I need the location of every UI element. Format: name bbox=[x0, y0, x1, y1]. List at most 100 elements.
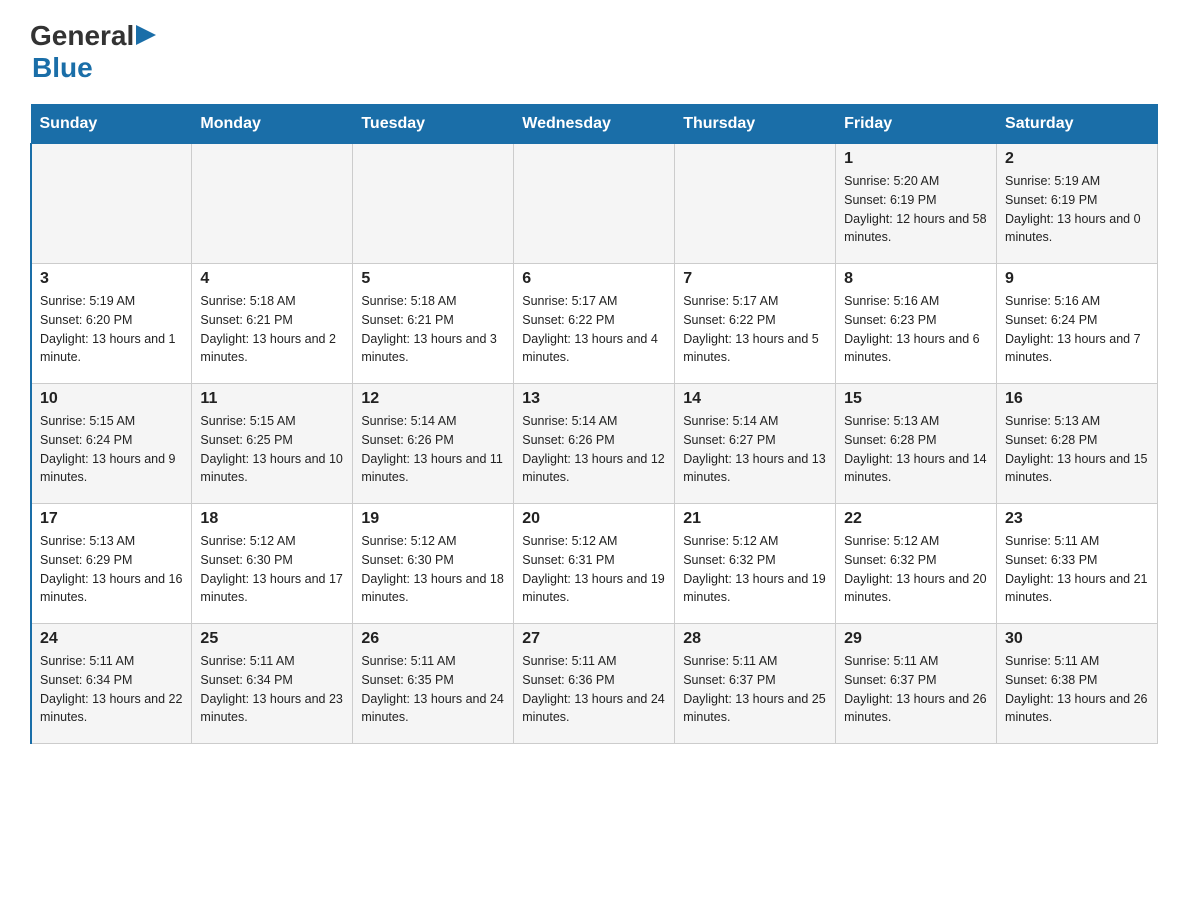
day-info: Sunrise: 5:14 AM Sunset: 6:26 PM Dayligh… bbox=[522, 412, 666, 487]
day-info: Sunrise: 5:12 AM Sunset: 6:32 PM Dayligh… bbox=[683, 532, 827, 607]
calendar-day-20: 20 Sunrise: 5:12 AM Sunset: 6:31 PM Dayli… bbox=[514, 504, 675, 624]
calendar-day-8: 8 Sunrise: 5:16 AM Sunset: 6:23 PM Daylig… bbox=[836, 264, 997, 384]
calendar-day-30: 30Sunrise: 5:11 AM Sunset: 6:38 PM Dayli… bbox=[997, 624, 1158, 744]
calendar-day-13: 13 Sunrise: 5:14 AM Sunset: 6:26 PM Dayli… bbox=[514, 384, 675, 504]
logo-arrow-icon bbox=[136, 23, 158, 47]
day-number: 5 bbox=[361, 270, 505, 288]
day-number: 29 bbox=[844, 630, 988, 648]
day-info: Sunrise: 5:16 AM Sunset: 6:24 PM Dayligh… bbox=[1005, 292, 1149, 367]
day-number: 13 bbox=[522, 390, 666, 408]
calendar-day-23: 23Sunrise: 5:11 AM Sunset: 6:33 PM Dayli… bbox=[997, 504, 1158, 624]
logo-general-text: General bbox=[30, 20, 134, 52]
calendar-table: SundayMondayTuesdayWednesdayThursdayFrid… bbox=[30, 104, 1158, 744]
calendar-day-14: 14 Sunrise: 5:14 AM Sunset: 6:27 PM Dayli… bbox=[675, 384, 836, 504]
calendar-day-21: 21 Sunrise: 5:12 AM Sunset: 6:32 PM Dayli… bbox=[675, 504, 836, 624]
calendar-day-15: 15Sunrise: 5:13 AM Sunset: 6:28 PM Dayli… bbox=[836, 384, 997, 504]
day-info: Sunrise: 5:17 AM Sunset: 6:22 PM Dayligh… bbox=[683, 292, 827, 367]
day-info: Sunrise: 5:11 AM Sunset: 6:37 PM Dayligh… bbox=[844, 652, 988, 727]
day-number: 16 bbox=[1005, 390, 1149, 408]
day-info: Sunrise: 5:17 AM Sunset: 6:22 PM Dayligh… bbox=[522, 292, 666, 367]
logo: General Blue bbox=[30, 20, 158, 84]
day-number: 27 bbox=[522, 630, 666, 648]
header-thursday: Thursday bbox=[675, 105, 836, 144]
calendar-day-29: 29 Sunrise: 5:11 AM Sunset: 6:37 PM Dayli… bbox=[836, 624, 997, 744]
day-info: Sunrise: 5:16 AM Sunset: 6:23 PM Dayligh… bbox=[844, 292, 988, 367]
calendar-empty-cell bbox=[514, 144, 675, 264]
calendar-week-row: 3Sunrise: 5:19 AM Sunset: 6:20 PM Daylig… bbox=[31, 264, 1158, 384]
calendar-day-5: 5 Sunrise: 5:18 AM Sunset: 6:21 PM Daylig… bbox=[353, 264, 514, 384]
day-info: Sunrise: 5:19 AM Sunset: 6:19 PM Dayligh… bbox=[1005, 172, 1149, 247]
calendar-day-6: 6 Sunrise: 5:17 AM Sunset: 6:22 PM Daylig… bbox=[514, 264, 675, 384]
calendar-empty-cell bbox=[675, 144, 836, 264]
day-info: Sunrise: 5:12 AM Sunset: 6:32 PM Dayligh… bbox=[844, 532, 988, 607]
day-info: Sunrise: 5:11 AM Sunset: 6:34 PM Dayligh… bbox=[200, 652, 344, 727]
day-info: Sunrise: 5:12 AM Sunset: 6:31 PM Dayligh… bbox=[522, 532, 666, 607]
day-info: Sunrise: 5:11 AM Sunset: 6:37 PM Dayligh… bbox=[683, 652, 827, 727]
calendar-day-27: 27 Sunrise: 5:11 AM Sunset: 6:36 PM Dayli… bbox=[514, 624, 675, 744]
day-info: Sunrise: 5:15 AM Sunset: 6:24 PM Dayligh… bbox=[40, 412, 183, 487]
day-info: Sunrise: 5:11 AM Sunset: 6:34 PM Dayligh… bbox=[40, 652, 183, 727]
day-number: 22 bbox=[844, 510, 988, 528]
day-info: Sunrise: 5:13 AM Sunset: 6:29 PM Dayligh… bbox=[40, 532, 183, 607]
day-info: Sunrise: 5:13 AM Sunset: 6:28 PM Dayligh… bbox=[1005, 412, 1149, 487]
header-wednesday: Wednesday bbox=[514, 105, 675, 144]
calendar-day-26: 26 Sunrise: 5:11 AM Sunset: 6:35 PM Dayli… bbox=[353, 624, 514, 744]
day-number: 7 bbox=[683, 270, 827, 288]
day-number: 1 bbox=[844, 150, 988, 168]
calendar-day-7: 7 Sunrise: 5:17 AM Sunset: 6:22 PM Daylig… bbox=[675, 264, 836, 384]
page-header: General Blue bbox=[30, 20, 1158, 84]
calendar-day-22: 22 Sunrise: 5:12 AM Sunset: 6:32 PM Dayli… bbox=[836, 504, 997, 624]
day-number: 21 bbox=[683, 510, 827, 528]
day-number: 9 bbox=[1005, 270, 1149, 288]
header-friday: Friday bbox=[836, 105, 997, 144]
day-number: 24 bbox=[40, 630, 183, 648]
calendar-day-28: 28 Sunrise: 5:11 AM Sunset: 6:37 PM Dayli… bbox=[675, 624, 836, 744]
day-info: Sunrise: 5:18 AM Sunset: 6:21 PM Dayligh… bbox=[200, 292, 344, 367]
calendar-week-row: 10 Sunrise: 5:15 AM Sunset: 6:24 PM Dayli… bbox=[31, 384, 1158, 504]
calendar-day-9: 9 Sunrise: 5:16 AM Sunset: 6:24 PM Daylig… bbox=[997, 264, 1158, 384]
calendar-empty-cell bbox=[192, 144, 353, 264]
day-info: Sunrise: 5:18 AM Sunset: 6:21 PM Dayligh… bbox=[361, 292, 505, 367]
calendar-day-24: 24 Sunrise: 5:11 AM Sunset: 6:34 PM Dayli… bbox=[31, 624, 192, 744]
calendar-day-2: 2 Sunrise: 5:19 AM Sunset: 6:19 PM Daylig… bbox=[997, 144, 1158, 264]
day-number: 8 bbox=[844, 270, 988, 288]
day-number: 2 bbox=[1005, 150, 1149, 168]
calendar-day-1: 1 Sunrise: 5:20 AM Sunset: 6:19 PM Daylig… bbox=[836, 144, 997, 264]
day-number: 10 bbox=[40, 390, 183, 408]
day-info: Sunrise: 5:20 AM Sunset: 6:19 PM Dayligh… bbox=[844, 172, 988, 247]
calendar-header-row: SundayMondayTuesdayWednesdayThursdayFrid… bbox=[31, 105, 1158, 144]
day-number: 4 bbox=[200, 270, 344, 288]
logo-blue-text: Blue bbox=[32, 52, 93, 84]
day-number: 11 bbox=[200, 390, 344, 408]
day-info: Sunrise: 5:15 AM Sunset: 6:25 PM Dayligh… bbox=[200, 412, 344, 487]
day-number: 25 bbox=[200, 630, 344, 648]
day-number: 20 bbox=[522, 510, 666, 528]
day-info: Sunrise: 5:14 AM Sunset: 6:26 PM Dayligh… bbox=[361, 412, 505, 487]
calendar-week-row: 17 Sunrise: 5:13 AM Sunset: 6:29 PM Dayli… bbox=[31, 504, 1158, 624]
day-number: 14 bbox=[683, 390, 827, 408]
calendar-empty-cell bbox=[353, 144, 514, 264]
day-number: 28 bbox=[683, 630, 827, 648]
calendar-day-12: 12Sunrise: 5:14 AM Sunset: 6:26 PM Dayli… bbox=[353, 384, 514, 504]
day-number: 26 bbox=[361, 630, 505, 648]
day-number: 30 bbox=[1005, 630, 1149, 648]
calendar-day-17: 17 Sunrise: 5:13 AM Sunset: 6:29 PM Dayli… bbox=[31, 504, 192, 624]
day-number: 6 bbox=[522, 270, 666, 288]
calendar-empty-cell bbox=[31, 144, 192, 264]
day-info: Sunrise: 5:12 AM Sunset: 6:30 PM Dayligh… bbox=[200, 532, 344, 607]
day-number: 23 bbox=[1005, 510, 1149, 528]
calendar-day-19: 19Sunrise: 5:12 AM Sunset: 6:30 PM Dayli… bbox=[353, 504, 514, 624]
calendar-day-11: 11 Sunrise: 5:15 AM Sunset: 6:25 PM Dayli… bbox=[192, 384, 353, 504]
day-info: Sunrise: 5:11 AM Sunset: 6:36 PM Dayligh… bbox=[522, 652, 666, 727]
day-number: 15 bbox=[844, 390, 988, 408]
header-sunday: Sunday bbox=[31, 105, 192, 144]
day-number: 17 bbox=[40, 510, 183, 528]
day-info: Sunrise: 5:11 AM Sunset: 6:35 PM Dayligh… bbox=[361, 652, 505, 727]
calendar-day-4: 4 Sunrise: 5:18 AM Sunset: 6:21 PM Daylig… bbox=[192, 264, 353, 384]
day-number: 18 bbox=[200, 510, 344, 528]
calendar-day-3: 3Sunrise: 5:19 AM Sunset: 6:20 PM Daylig… bbox=[31, 264, 192, 384]
day-info: Sunrise: 5:19 AM Sunset: 6:20 PM Dayligh… bbox=[40, 292, 183, 367]
header-monday: Monday bbox=[192, 105, 353, 144]
calendar-day-10: 10 Sunrise: 5:15 AM Sunset: 6:24 PM Dayli… bbox=[31, 384, 192, 504]
day-info: Sunrise: 5:14 AM Sunset: 6:27 PM Dayligh… bbox=[683, 412, 827, 487]
